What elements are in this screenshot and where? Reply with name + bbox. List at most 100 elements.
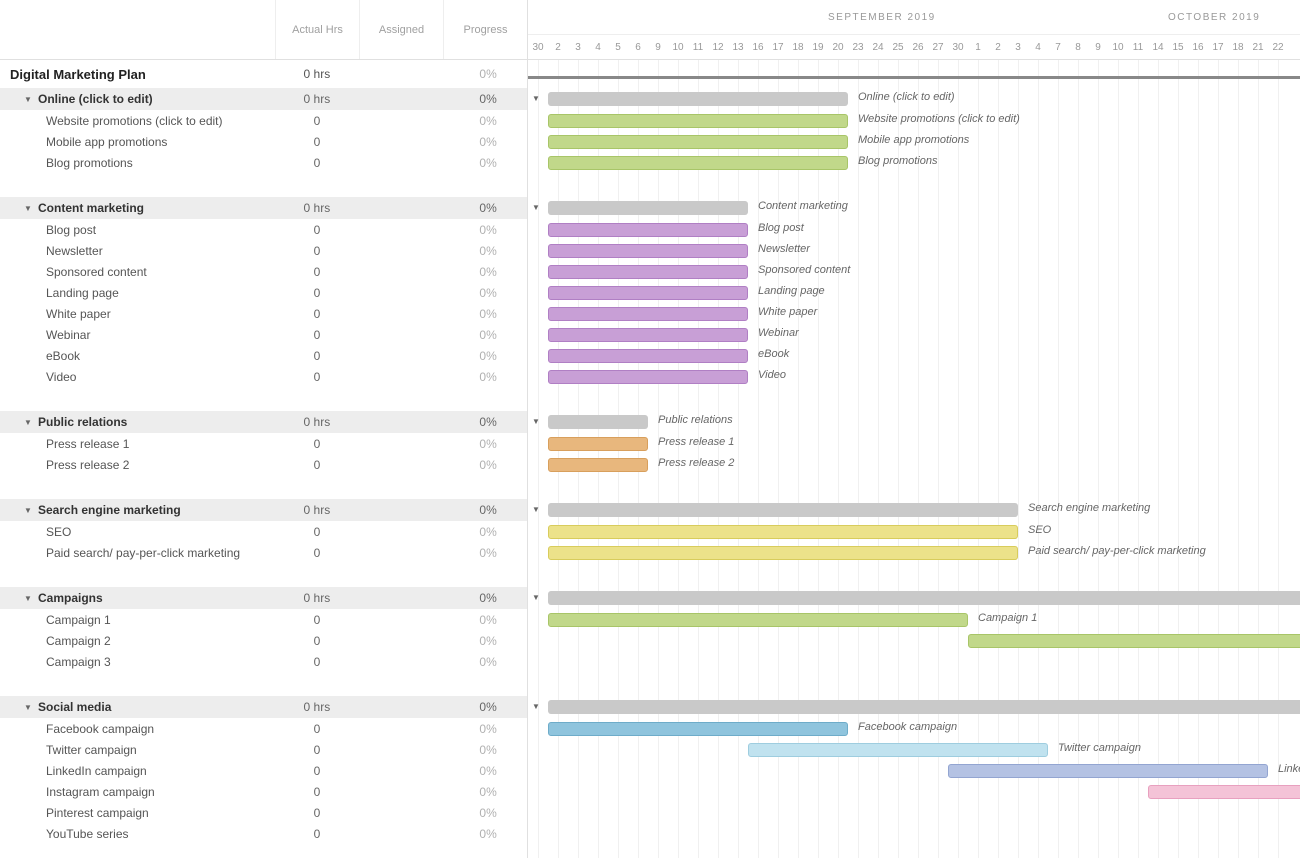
progress-cell[interactable]: 0% (449, 328, 527, 342)
row-name[interactable]: Campaigns (38, 591, 103, 605)
progress-cell[interactable]: 0% (449, 827, 527, 841)
row-name[interactable]: Newsletter (46, 244, 103, 258)
row-name[interactable]: Paid search/ pay-per-click marketing (46, 546, 240, 560)
task-row[interactable]: Mobile app promotions00% (0, 131, 527, 152)
gantt-bar[interactable] (548, 415, 648, 429)
gantt-bar[interactable] (1148, 785, 1300, 799)
actual-hrs-cell[interactable]: 0 (275, 135, 360, 149)
row-name[interactable]: Search engine marketing (38, 503, 181, 517)
row-name[interactable]: Blog post (46, 223, 96, 237)
task-row[interactable]: Newsletter 0 0% (0, 240, 527, 261)
progress-cell[interactable]: 0% (449, 156, 527, 170)
gantt-bar[interactable] (548, 244, 748, 258)
gantt-bar[interactable] (548, 328, 748, 342)
progress-cell[interactable]: 0% (449, 785, 527, 799)
row-name[interactable]: LinkedIn campaign (46, 764, 147, 778)
row-name[interactable]: Campaign 2 (46, 634, 111, 648)
gantt-bar[interactable] (548, 700, 1300, 714)
gantt-bar[interactable] (548, 135, 848, 149)
actual-hrs-cell[interactable]: 0 hrs (274, 700, 359, 714)
progress-cell[interactable]: 0% (449, 286, 527, 300)
progress-cell[interactable]: 0% (449, 349, 527, 363)
row-name[interactable]: Press release 1 (46, 437, 129, 451)
actual-hrs-cell[interactable]: 0 (275, 806, 360, 820)
progress-cell[interactable]: 0% (449, 67, 527, 81)
actual-hrs-cell[interactable]: 0 (275, 328, 360, 342)
progress-cell[interactable]: 0% (449, 370, 527, 384)
actual-hrs-cell[interactable]: 0 (275, 634, 360, 648)
caret-down-icon[interactable]: ▼ (24, 418, 32, 427)
group-row[interactable]: ▼Search engine marketing0 hrs0% (0, 499, 527, 521)
progress-cell[interactable]: 0% (449, 135, 527, 149)
caret-down-icon[interactable]: ▼ (532, 593, 540, 602)
actual-hrs-cell[interactable]: 0 hrs (274, 415, 359, 429)
task-row[interactable]: Campaign 100% (0, 609, 527, 630)
actual-hrs-cell[interactable]: 0 (275, 156, 360, 170)
actual-hrs-cell[interactable]: 0 hrs (274, 67, 359, 81)
caret-down-icon[interactable]: ▼ (532, 203, 540, 212)
progress-cell[interactable]: 0% (449, 743, 527, 757)
actual-hrs-cell[interactable]: 0 (275, 722, 360, 736)
task-row[interactable]: Campaign 300% (0, 651, 527, 672)
task-row[interactable]: Instagram campaign00% (0, 781, 527, 802)
actual-hrs-cell[interactable]: 0 (275, 244, 360, 258)
progress-cell[interactable]: 0% (449, 114, 527, 128)
task-row[interactable]: Landing page00% (0, 282, 527, 303)
actual-hrs-cell[interactable]: 0 hrs (274, 201, 359, 215)
row-name[interactable]: Content marketing (38, 201, 144, 215)
group-row[interactable]: ▼Online (click to edit)0 hrs0% (0, 88, 527, 110)
row-name[interactable]: Twitter campaign (46, 743, 137, 757)
gantt-bar[interactable] (548, 265, 748, 279)
caret-down-icon[interactable]: ▼ (24, 204, 32, 213)
row-name[interactable]: Blog promotions (46, 156, 133, 170)
progress-cell[interactable]: 0% (449, 244, 527, 258)
row-name[interactable]: Pinterest campaign (46, 806, 149, 820)
task-row[interactable]: Video00% (0, 366, 527, 387)
task-row[interactable]: Sponsored content00% (0, 261, 527, 282)
actual-hrs-cell[interactable]: 0 (275, 525, 360, 539)
gantt-bar[interactable] (548, 114, 848, 128)
row-name[interactable]: Public relations (38, 415, 127, 429)
actual-hrs-cell[interactable]: 0 (275, 307, 360, 321)
task-row[interactable]: Paid search/ pay-per-click marketing00% (0, 542, 527, 563)
actual-hrs-cell[interactable]: 0 (275, 349, 360, 363)
progress-cell[interactable]: 0% (449, 806, 527, 820)
row-name[interactable]: eBook (46, 349, 80, 363)
progress-cell[interactable]: 0% (449, 700, 527, 714)
timeline-panel[interactable]: SEPTEMBER 2019OCTOBER 2019 3023456910111… (528, 0, 1300, 858)
actual-hrs-cell[interactable]: 0 (275, 827, 360, 841)
task-row[interactable]: Pinterest campaign 0 0% (0, 802, 527, 823)
task-row[interactable]: Facebook campaign00% (0, 718, 527, 739)
actual-hrs-cell[interactable]: 0 (275, 785, 360, 799)
row-name[interactable]: Social media (38, 700, 111, 714)
gantt-bar[interactable] (548, 370, 748, 384)
col-progress-header[interactable]: Progress (443, 0, 527, 59)
gantt-bar[interactable] (948, 764, 1268, 778)
caret-down-icon[interactable]: ▼ (24, 95, 32, 104)
task-row[interactable]: Twitter campaign00% (0, 739, 527, 760)
gantt-bar[interactable] (548, 458, 648, 472)
row-name[interactable]: Webinar (46, 328, 90, 342)
gantt-bar[interactable] (548, 223, 748, 237)
progress-cell[interactable]: 0% (449, 613, 527, 627)
row-name[interactable]: Campaign 3 (46, 655, 111, 669)
gantt-bar[interactable] (548, 503, 1018, 517)
row-name[interactable]: Sponsored content (46, 265, 147, 279)
actual-hrs-cell[interactable]: 0 (275, 223, 360, 237)
task-row[interactable]: Blog post00% (0, 219, 527, 240)
task-row[interactable]: Press release 200% (0, 454, 527, 475)
progress-cell[interactable]: 0% (449, 415, 527, 429)
row-name[interactable]: White paper (46, 307, 111, 321)
col-actual-header[interactable]: Actual Hrs (275, 0, 359, 59)
row-name[interactable]: YouTube series (46, 827, 129, 841)
row-name[interactable]: Website promotions (click to edit) (46, 114, 223, 128)
row-name[interactable]: Landing page (46, 286, 119, 300)
actual-hrs-cell[interactable]: 0 (275, 437, 360, 451)
row-name[interactable]: SEO (46, 525, 71, 539)
actual-hrs-cell[interactable]: 0 (275, 613, 360, 627)
progress-cell[interactable]: 0% (449, 307, 527, 321)
progress-cell[interactable]: 0% (449, 722, 527, 736)
row-name[interactable]: Video (46, 370, 76, 384)
gantt-bar[interactable] (548, 201, 748, 215)
task-row[interactable]: SEO00% (0, 521, 527, 542)
